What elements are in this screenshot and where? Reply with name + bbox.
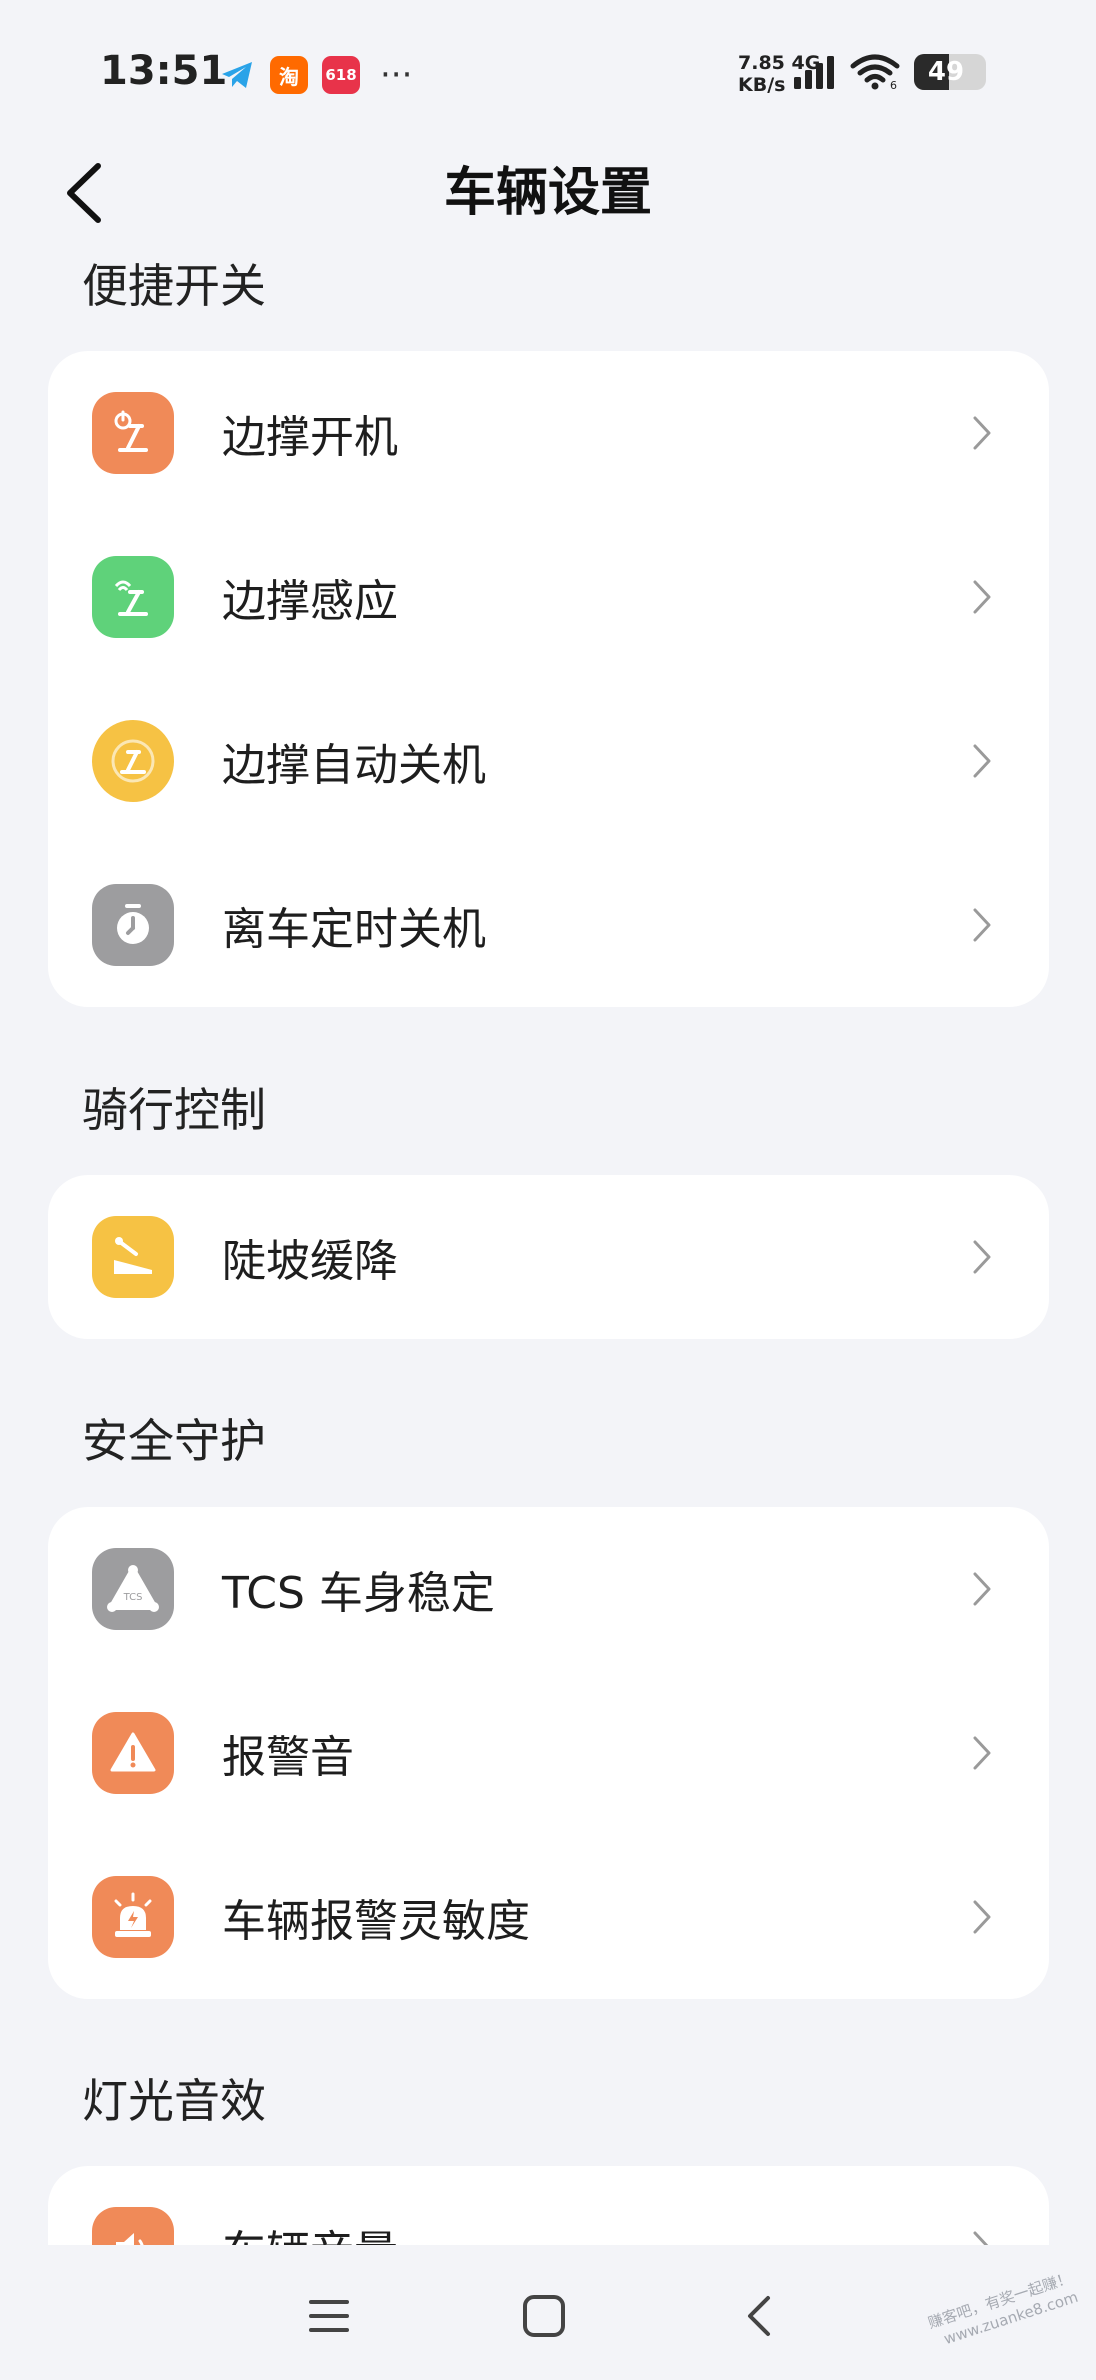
settings-row-kickstand-sensor[interactable]: 边撑感应: [48, 515, 1049, 679]
hill-descent-icon: [92, 1216, 174, 1298]
taobao-icon: 淘: [270, 56, 308, 94]
section-title-ride-control: 骑行控制: [82, 1083, 266, 1137]
alarm-siren-icon: [92, 1876, 174, 1958]
618-app-icon: 618: [322, 56, 360, 94]
telegram-icon: [218, 56, 256, 94]
safety-card: TCS TCS 车身稳定 报警音 车辆报警灵敏度: [48, 1507, 1049, 1999]
section-title-safety: 安全守护: [82, 1414, 266, 1468]
row-label: 边撑开机: [222, 412, 398, 463]
signal-icon: [794, 56, 834, 89]
row-label: 报警音: [222, 1732, 354, 1783]
row-label: 边撑自动关机: [222, 740, 486, 791]
chevron-right-icon: [967, 1237, 997, 1277]
kickstand-sensor-icon: [92, 556, 174, 638]
quick-switches-card: 边撑开机 边撑感应 边撑自动关机 离车定时关机: [48, 351, 1049, 1007]
settings-row-kickstand-power-on[interactable]: 边撑开机: [48, 351, 1049, 515]
status-bar: 13:51 淘 618 ··· 7.85 4G KB/s 6 49: [0, 0, 1096, 150]
row-label: 陡坡缓降: [222, 1236, 398, 1287]
wifi-icon: 6: [850, 54, 900, 90]
system-back-button[interactable]: [724, 2281, 794, 2351]
chevron-right-icon: [967, 1733, 997, 1773]
chevron-right-icon: [967, 741, 997, 781]
row-label: TCS 车身稳定: [222, 1568, 495, 1619]
kickstand-auto-off-icon: [92, 720, 174, 802]
settings-row-exit-timer-off[interactable]: 离车定时关机: [48, 843, 1049, 1007]
status-time: 13:51: [100, 48, 228, 94]
settings-row-tcs[interactable]: TCS TCS 车身稳定: [48, 1507, 1049, 1671]
chevron-right-icon: [967, 577, 997, 617]
settings-row-alarm-sound[interactable]: 报警音: [48, 1671, 1049, 1835]
battery-level: 49: [927, 57, 965, 87]
net-speed-value: 7.85: [738, 52, 785, 74]
page-title: 车辆设置: [443, 163, 652, 223]
menu-icon: [309, 2300, 349, 2332]
settings-row-alarm-sensitivity[interactable]: 车辆报警灵敏度: [48, 1835, 1049, 1999]
warning-icon: [92, 1712, 174, 1794]
status-right: 6 49: [792, 54, 986, 90]
svg-text:6: 6: [890, 79, 897, 90]
section-title-quick-switches: 便捷开关: [82, 259, 266, 313]
kickstand-power-icon: [92, 392, 174, 474]
recent-apps-button[interactable]: [294, 2281, 364, 2351]
settings-row-hill-descent[interactable]: 陡坡缓降: [48, 1175, 1049, 1339]
row-label: 离车定时关机: [222, 904, 486, 955]
tcs-icon: TCS: [92, 1548, 174, 1630]
tcs-icon-text: TCS: [123, 1592, 143, 1603]
back-triangle-icon: [748, 2296, 770, 2336]
home-square-icon: [523, 2295, 565, 2337]
row-label: 边撑感应: [222, 576, 398, 627]
settings-row-kickstand-auto-off[interactable]: 边撑自动关机: [48, 679, 1049, 843]
more-notifications-icon: ···: [380, 55, 413, 95]
chevron-right-icon: [967, 1569, 997, 1609]
chevron-right-icon: [967, 905, 997, 945]
timer-icon: [92, 884, 174, 966]
row-label: 车辆报警灵敏度: [222, 1896, 530, 1947]
battery-icon: 49: [914, 54, 986, 90]
chevron-right-icon: [967, 1897, 997, 1937]
notification-icons: 淘 618 ···: [218, 56, 412, 94]
home-button[interactable]: [509, 2281, 579, 2351]
ride-control-card: 陡坡缓降: [48, 1175, 1049, 1339]
chevron-right-icon: [967, 413, 997, 453]
section-title-light-sound: 灯光音效: [82, 2074, 266, 2128]
